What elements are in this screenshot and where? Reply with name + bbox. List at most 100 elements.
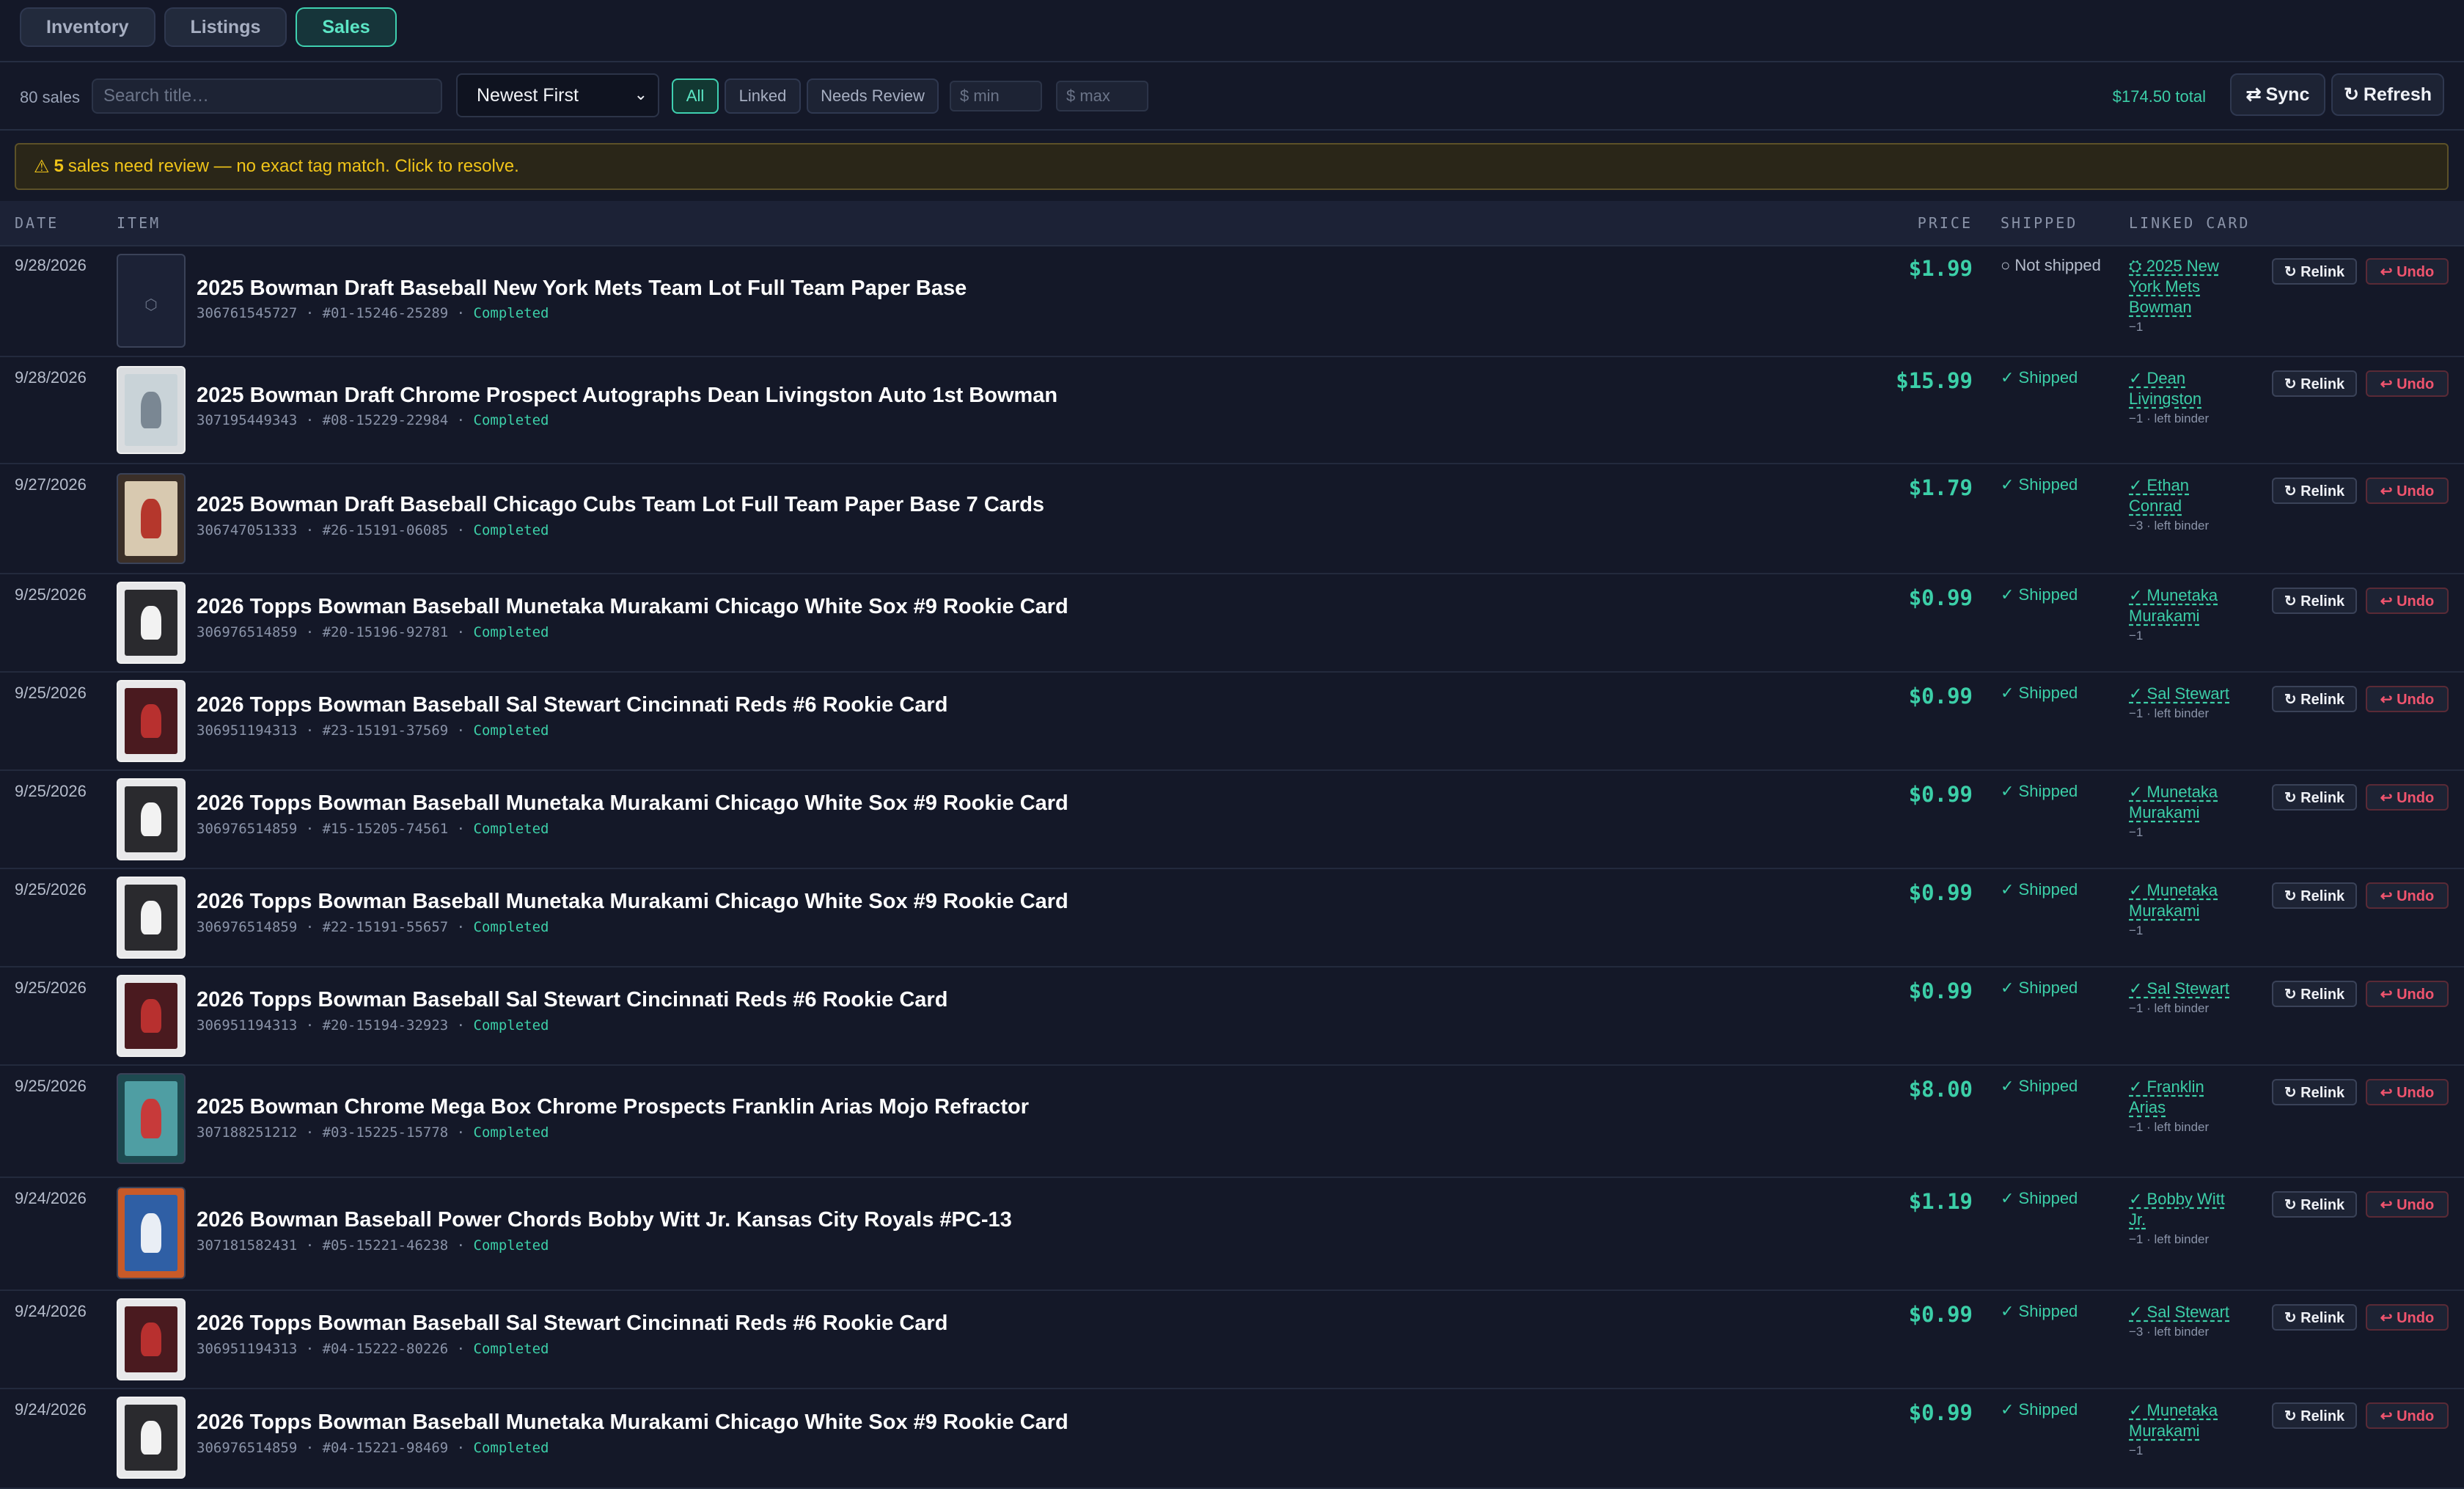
sync-button[interactable]: ⇄ Sync bbox=[2230, 73, 2325, 116]
item-thumbnail[interactable] bbox=[117, 1298, 186, 1380]
undo-button[interactable]: ↩ Undo bbox=[2366, 1079, 2449, 1105]
item-title[interactable]: 2025 Bowman Draft Chrome Prospect Autogr… bbox=[197, 384, 1057, 408]
item-title[interactable]: 2025 Bowman Draft Baseball Chicago Cubs … bbox=[197, 493, 1044, 517]
relink-button[interactable]: ↻ Relink bbox=[2272, 258, 2357, 285]
item-thumbnail[interactable] bbox=[117, 778, 186, 860]
filter-all-button[interactable]: All bbox=[672, 78, 719, 114]
table-row[interactable]: 9/25/2026 2026 Topps Bowman Baseball Mun… bbox=[0, 574, 2464, 673]
relink-button[interactable]: ↻ Relink bbox=[2272, 686, 2357, 712]
undo-button[interactable]: ↩ Undo bbox=[2366, 784, 2449, 811]
refresh-button[interactable]: ↻ Refresh bbox=[2331, 73, 2444, 116]
review-warning-banner[interactable]: ⚠ 5 sales need review — no exact tag mat… bbox=[15, 143, 2449, 190]
status-badge: Completed bbox=[473, 1440, 549, 1456]
linked-card-detail: −1 · left binder bbox=[2129, 1001, 2210, 1015]
relink-button[interactable]: ↻ Relink bbox=[2272, 981, 2357, 1007]
relink-button[interactable]: ↻ Relink bbox=[2272, 1079, 2357, 1105]
item-thumbnail[interactable] bbox=[117, 582, 186, 664]
relink-button[interactable]: ↻ Relink bbox=[2272, 370, 2357, 397]
table-row[interactable]: 9/24/2026 2026 Topps Bowman Baseball Sal… bbox=[0, 1291, 2464, 1389]
item-thumbnail[interactable] bbox=[117, 877, 186, 959]
linked-card-link[interactable]: ⛭ 2025 New York Mets Bowman bbox=[2129, 257, 2219, 316]
table-row[interactable]: 9/25/2026 2026 Topps Bowman Baseball Mun… bbox=[0, 869, 2464, 967]
item-thumbnail[interactable]: ⬡ bbox=[117, 254, 186, 348]
item-title[interactable]: 2026 Topps Bowman Baseball Sal Stewart C… bbox=[197, 988, 947, 1012]
item-thumbnail[interactable] bbox=[117, 1187, 186, 1279]
item-title[interactable]: 2026 Topps Bowman Baseball Munetaka Mura… bbox=[197, 1411, 1068, 1435]
table-row[interactable]: 9/27/2026 2025 Bowman Draft Baseball Chi… bbox=[0, 464, 2464, 574]
item-thumbnail[interactable] bbox=[117, 473, 186, 564]
table-row[interactable]: 9/28/2026 ⬡ 2025 Bowman Draft Baseball N… bbox=[0, 245, 2464, 357]
tab-inventory[interactable]: Inventory bbox=[20, 7, 155, 47]
tab-listings[interactable]: Listings bbox=[164, 7, 287, 47]
undo-button[interactable]: ↩ Undo bbox=[2366, 588, 2449, 614]
filter-linked-button[interactable]: Linked bbox=[725, 78, 801, 114]
filter-needs-review-button[interactable]: Needs Review bbox=[807, 78, 939, 114]
item-title[interactable]: 2026 Topps Bowman Baseball Sal Stewart C… bbox=[197, 1311, 947, 1336]
item-sku: #26-15191-06085 bbox=[322, 522, 449, 538]
item-id: 306976514859 bbox=[197, 1440, 298, 1456]
table-row[interactable]: 9/28/2026 2025 Bowman Draft Chrome Prosp… bbox=[0, 357, 2464, 464]
undo-button[interactable]: ↩ Undo bbox=[2366, 478, 2449, 504]
sale-date: 9/25/2026 bbox=[15, 1077, 87, 1095]
relink-button[interactable]: ↻ Relink bbox=[2272, 784, 2357, 811]
item-title[interactable]: 2026 Topps Bowman Baseball Munetaka Mura… bbox=[197, 890, 1068, 914]
linked-card-link[interactable]: ✓ Ethan Conrad bbox=[2129, 476, 2189, 515]
item-thumbnail[interactable] bbox=[117, 680, 186, 762]
price-min-input[interactable]: $ min bbox=[950, 81, 1042, 111]
undo-button[interactable]: ↩ Undo bbox=[2366, 1191, 2449, 1218]
column-price[interactable]: PRICE bbox=[1918, 214, 1973, 232]
table-row[interactable]: 9/24/2026 2026 Topps Bowman Baseball Mun… bbox=[0, 1389, 2464, 1489]
chevron-down-icon: ⌄ bbox=[634, 85, 648, 103]
column-date[interactable]: DATE bbox=[15, 214, 59, 232]
item-thumbnail[interactable] bbox=[117, 1073, 186, 1164]
linked-card-link[interactable]: ✓ Sal Stewart bbox=[2129, 979, 2229, 998]
linked-card-link[interactable]: ✓ Sal Stewart bbox=[2129, 684, 2229, 703]
linked-card-link[interactable]: ✓ Munetaka Murakami bbox=[2129, 586, 2218, 625]
item-title[interactable]: 2026 Bowman Baseball Power Chords Bobby … bbox=[197, 1208, 1012, 1232]
table-row[interactable]: 9/24/2026 2026 Bowman Baseball Power Cho… bbox=[0, 1178, 2464, 1291]
tab-sales[interactable]: Sales bbox=[296, 7, 397, 47]
item-title[interactable]: 2025 Bowman Draft Baseball New York Mets… bbox=[197, 277, 967, 301]
item-thumbnail[interactable] bbox=[117, 975, 186, 1057]
undo-button[interactable]: ↩ Undo bbox=[2366, 882, 2449, 909]
linked-card-detail: −1 · left binder bbox=[2129, 706, 2210, 720]
search-input[interactable] bbox=[92, 78, 442, 114]
undo-button[interactable]: ↩ Undo bbox=[2366, 258, 2449, 285]
sort-select[interactable]: Newest First ⌄ bbox=[456, 73, 659, 117]
relink-button[interactable]: ↻ Relink bbox=[2272, 1402, 2357, 1429]
shipped-status: ✓ Shipped bbox=[2001, 978, 2078, 997]
table-row[interactable]: 9/25/2026 2026 Topps Bowman Baseball Sal… bbox=[0, 967, 2464, 1066]
item-sku: #15-15205-74561 bbox=[322, 821, 449, 837]
linked-card-link[interactable]: ✓ Munetaka Murakami bbox=[2129, 1401, 2218, 1440]
item-id: 307195449343 bbox=[197, 412, 298, 428]
price-max-input[interactable]: $ max bbox=[1056, 81, 1148, 111]
column-linked-card[interactable]: LINKED CARD bbox=[2129, 214, 2250, 232]
linked-card-link[interactable]: ✓ Munetaka Murakami bbox=[2129, 783, 2218, 822]
relink-button[interactable]: ↻ Relink bbox=[2272, 478, 2357, 504]
linked-card-link[interactable]: ✓ Bobby Witt Jr. bbox=[2129, 1190, 2225, 1229]
undo-button[interactable]: ↩ Undo bbox=[2366, 370, 2449, 397]
relink-button[interactable]: ↻ Relink bbox=[2272, 882, 2357, 909]
undo-button[interactable]: ↩ Undo bbox=[2366, 1402, 2449, 1429]
column-item[interactable]: ITEM bbox=[117, 214, 161, 232]
linked-card-link[interactable]: ✓ Sal Stewart bbox=[2129, 1303, 2229, 1321]
table-row[interactable]: 9/25/2026 2025 Bowman Chrome Mega Box Ch… bbox=[0, 1066, 2464, 1178]
column-shipped[interactable]: SHIPPED bbox=[2001, 214, 2078, 232]
undo-button[interactable]: ↩ Undo bbox=[2366, 686, 2449, 712]
table-row[interactable]: 9/25/2026 2026 Topps Bowman Baseball Mun… bbox=[0, 771, 2464, 869]
item-title[interactable]: 2025 Bowman Chrome Mega Box Chrome Prosp… bbox=[197, 1095, 1029, 1119]
item-thumbnail[interactable] bbox=[117, 366, 186, 454]
item-thumbnail[interactable] bbox=[117, 1397, 186, 1479]
relink-button[interactable]: ↻ Relink bbox=[2272, 1304, 2357, 1331]
relink-button[interactable]: ↻ Relink bbox=[2272, 1191, 2357, 1218]
linked-card-link[interactable]: ✓ Dean Livingston bbox=[2129, 369, 2201, 408]
item-title[interactable]: 2026 Topps Bowman Baseball Sal Stewart C… bbox=[197, 693, 947, 717]
undo-button[interactable]: ↩ Undo bbox=[2366, 981, 2449, 1007]
linked-card-link[interactable]: ✓ Franklin Arias bbox=[2129, 1078, 2204, 1116]
undo-button[interactable]: ↩ Undo bbox=[2366, 1304, 2449, 1331]
table-row[interactable]: 9/25/2026 2026 Topps Bowman Baseball Sal… bbox=[0, 673, 2464, 771]
item-title[interactable]: 2026 Topps Bowman Baseball Munetaka Mura… bbox=[197, 595, 1068, 619]
item-title[interactable]: 2026 Topps Bowman Baseball Munetaka Mura… bbox=[197, 791, 1068, 816]
relink-button[interactable]: ↻ Relink bbox=[2272, 588, 2357, 614]
linked-card-link[interactable]: ✓ Munetaka Murakami bbox=[2129, 881, 2218, 920]
